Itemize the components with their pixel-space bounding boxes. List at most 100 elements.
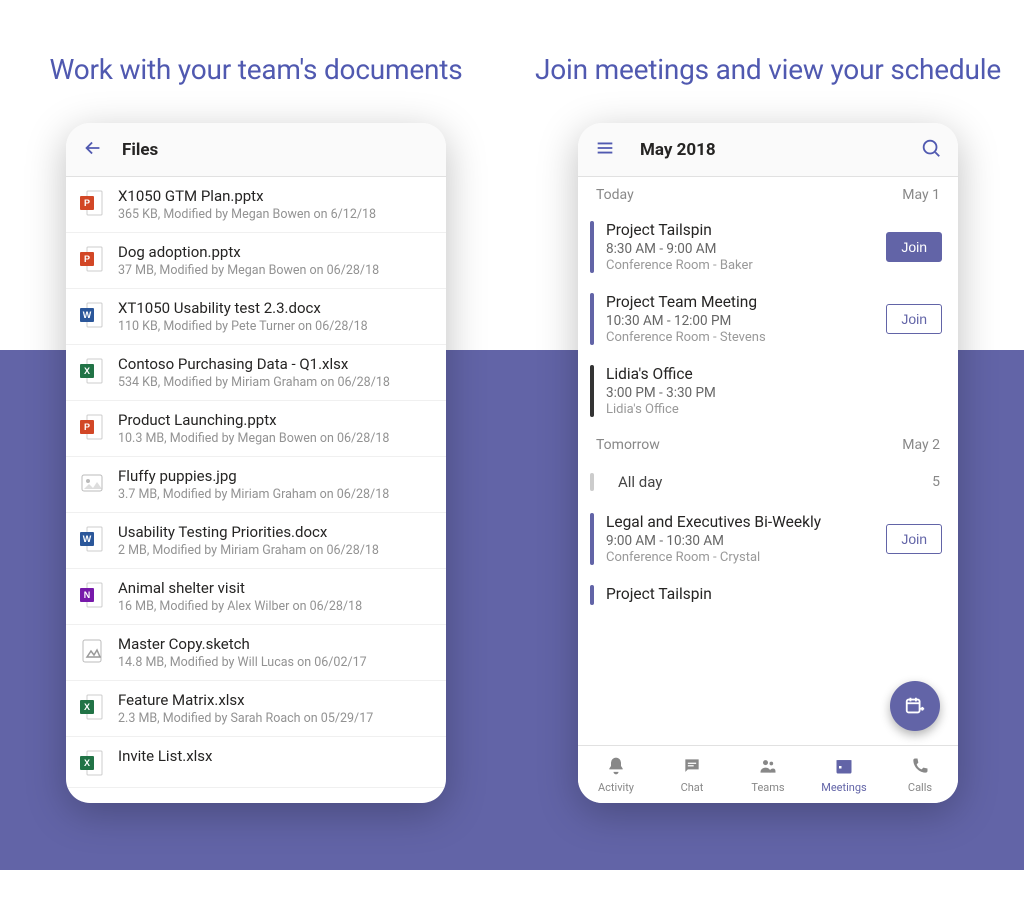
teams-icon xyxy=(758,756,778,779)
meeting-time: 10:30 AM - 12:00 PM xyxy=(606,313,886,329)
meetings-body[interactable]: TodayMay 1 Project Tailspin 8:30 AM - 9:… xyxy=(578,177,958,745)
file-name: Product Launching.pptx xyxy=(118,411,430,429)
search-icon[interactable] xyxy=(920,137,942,163)
svg-text:W: W xyxy=(83,310,92,320)
meeting-title: Project Team Meeting xyxy=(606,293,886,311)
meeting-row[interactable]: Project Tailspin xyxy=(578,575,958,615)
file-row[interactable]: X Contoso Purchasing Data - Q1.xlsx 534 … xyxy=(66,345,446,401)
file-name: X1050 GTM Plan.pptx xyxy=(118,187,430,205)
onenote-file-icon: N xyxy=(80,581,104,609)
files-appbar: Files xyxy=(66,123,446,177)
meeting-bar xyxy=(590,365,594,417)
hamburger-icon[interactable] xyxy=(594,137,616,163)
nav-item-chat[interactable]: Chat xyxy=(654,746,730,803)
file-name: XT1050 Usability test 2.3.docx xyxy=(118,299,430,317)
file-row[interactable]: P X1050 GTM Plan.pptx 365 KB, Modified b… xyxy=(66,177,446,233)
day-date: May 2 xyxy=(902,437,940,453)
nav-item-teams[interactable]: Teams xyxy=(730,746,806,803)
meeting-time: 3:00 PM - 3:30 PM xyxy=(606,385,942,401)
meeting-time: 8:30 AM - 9:00 AM xyxy=(606,241,886,257)
file-meta: 2 MB, Modified by Miriam Graham on 06/28… xyxy=(118,543,430,558)
meeting-row[interactable]: Project Team Meeting 10:30 AM - 12:00 PM… xyxy=(578,283,958,355)
meeting-bar xyxy=(590,585,594,605)
file-meta: 2.3 MB, Modified by Sarah Roach on 05/29… xyxy=(118,711,430,726)
files-title: Files xyxy=(122,140,158,160)
meetings-appbar: May 2018 xyxy=(578,123,958,177)
chat-icon xyxy=(682,756,702,779)
meeting-title: Project Tailspin xyxy=(606,221,886,239)
file-row[interactable]: N Animal shelter visit 16 MB, Modified b… xyxy=(66,569,446,625)
file-meta: 16 MB, Modified by Alex Wilber on 06/28/… xyxy=(118,599,430,614)
day-label: Tomorrow xyxy=(596,437,660,453)
meeting-title: Project Tailspin xyxy=(606,585,942,603)
file-row[interactable]: X Invite List.xlsx xyxy=(66,737,446,788)
nav-item-calls[interactable]: Calls xyxy=(882,746,958,803)
allday-count: 5 xyxy=(932,474,940,490)
powerpoint-file-icon: P xyxy=(80,245,104,273)
nav-label: Teams xyxy=(751,781,784,794)
image-file-icon xyxy=(80,469,104,497)
file-meta: 110 KB, Modified by Pete Turner on 06/28… xyxy=(118,319,430,334)
meeting-row[interactable]: Project Tailspin 8:30 AM - 9:00 AM Confe… xyxy=(578,211,958,283)
file-name: Invite List.xlsx xyxy=(118,747,430,765)
sketch-file-icon xyxy=(80,637,104,665)
meeting-location: Conference Room - Baker xyxy=(606,258,886,273)
allday-row[interactable]: All day 5 xyxy=(578,461,958,503)
file-name: Master Copy.sketch xyxy=(118,635,430,653)
back-arrow-icon[interactable] xyxy=(82,137,104,163)
file-list[interactable]: P X1050 GTM Plan.pptx 365 KB, Modified b… xyxy=(66,177,446,803)
nav-item-meetings[interactable]: Meetings xyxy=(806,746,882,803)
file-row[interactable]: X Feature Matrix.xlsx 2.3 MB, Modified b… xyxy=(66,681,446,737)
file-row[interactable]: Master Copy.sketch 14.8 MB, Modified by … xyxy=(66,625,446,681)
join-button[interactable]: Join xyxy=(886,524,942,554)
nav-item-activity[interactable]: Activity xyxy=(578,746,654,803)
file-name: Feature Matrix.xlsx xyxy=(118,691,430,709)
nav-label: Activity xyxy=(598,781,634,794)
file-row[interactable]: P Product Launching.pptx 10.3 MB, Modifi… xyxy=(66,401,446,457)
meeting-row[interactable]: Lidia's Office 3:00 PM - 3:30 PM Lidia's… xyxy=(578,355,958,427)
file-row[interactable]: W Usability Testing Priorities.docx 2 MB… xyxy=(66,513,446,569)
file-row[interactable]: P Dog adoption.pptx 37 MB, Modified by M… xyxy=(66,233,446,289)
file-row[interactable]: W XT1050 Usability test 2.3.docx 110 KB,… xyxy=(66,289,446,345)
file-meta: 14.8 MB, Modified by Will Lucas on 06/02… xyxy=(118,655,430,670)
join-button[interactable]: Join xyxy=(886,304,942,334)
meeting-row[interactable]: Legal and Executives Bi-Weekly 9:00 AM -… xyxy=(578,503,958,575)
phone-meetings: May 2018 TodayMay 1 Project Tailspin 8:3… xyxy=(578,123,958,803)
word-file-icon: W xyxy=(80,525,104,553)
file-name: Fluffy puppies.jpg xyxy=(118,467,430,485)
file-meta: 534 KB, Modified by Miriam Graham on 06/… xyxy=(118,375,430,390)
calls-icon xyxy=(910,756,930,779)
allday-label: All day xyxy=(618,473,932,491)
svg-text:N: N xyxy=(84,590,91,600)
new-meeting-fab[interactable] xyxy=(890,681,940,731)
column-meetings: Join meetings and view your schedule May… xyxy=(512,0,1024,910)
meeting-bar xyxy=(590,473,594,491)
file-row[interactable]: Fluffy puppies.jpg 3.7 MB, Modified by M… xyxy=(66,457,446,513)
meeting-bar xyxy=(590,293,594,345)
file-meta: 365 KB, Modified by Megan Bowen on 6/12/… xyxy=(118,207,430,222)
file-meta: 10.3 MB, Modified by Megan Bowen on 06/2… xyxy=(118,431,430,446)
file-name: Animal shelter visit xyxy=(118,579,430,597)
svg-text:P: P xyxy=(84,254,90,264)
meeting-title: Lidia's Office xyxy=(606,365,942,383)
meetings-title: May 2018 xyxy=(640,140,716,160)
headline-left: Work with your team's documents xyxy=(50,52,463,87)
day-section-header: TodayMay 1 xyxy=(578,177,958,211)
join-button[interactable]: Join xyxy=(886,232,942,262)
word-file-icon: W xyxy=(80,301,104,329)
powerpoint-file-icon: P xyxy=(80,189,104,217)
meeting-bar xyxy=(590,221,594,273)
nav-label: Meetings xyxy=(821,781,866,794)
excel-file-icon: X xyxy=(80,693,104,721)
column-files: Work with your team's documents Files P … xyxy=(0,0,512,910)
file-name: Contoso Purchasing Data - Q1.xlsx xyxy=(118,355,430,373)
excel-file-icon: X xyxy=(80,749,104,777)
file-meta: 3.7 MB, Modified by Miriam Graham on 06/… xyxy=(118,487,430,502)
powerpoint-file-icon: P xyxy=(80,413,104,441)
meeting-title: Legal and Executives Bi-Weekly xyxy=(606,513,886,531)
meeting-location: Lidia's Office xyxy=(606,402,942,417)
day-date: May 1 xyxy=(902,187,940,203)
phone-files: Files P X1050 GTM Plan.pptx 365 KB, Modi… xyxy=(66,123,446,803)
svg-text:X: X xyxy=(84,702,90,712)
activity-icon xyxy=(606,756,626,779)
